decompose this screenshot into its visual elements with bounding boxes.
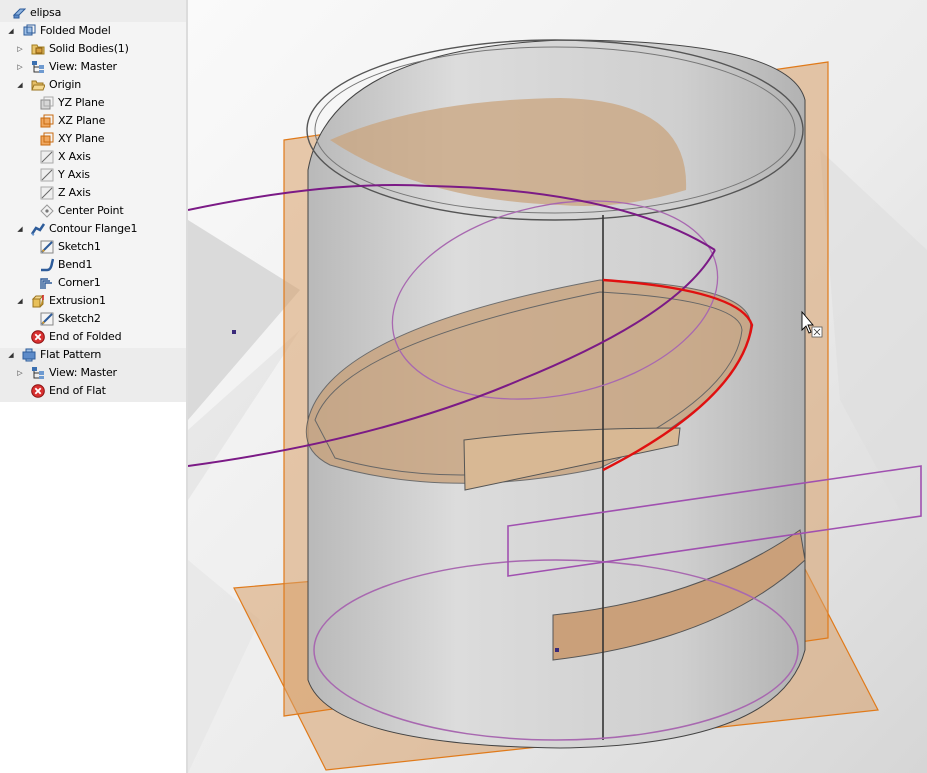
collapse-arrow-icon[interactable]: ◢ [15, 76, 25, 94]
browser-root-item[interactable]: elipsa [0, 4, 186, 22]
xy-plane-label: XY Plane [58, 132, 105, 145]
folded-model-label: Folded Model [40, 24, 111, 37]
sketch-icon [40, 240, 54, 254]
end-of-part-icon [31, 384, 45, 398]
browser-item-x-axis[interactable]: X Axis [0, 148, 186, 166]
browser-item-end-of-flat[interactable]: End of Flat [0, 382, 186, 400]
contour-flange-icon [31, 223, 45, 236]
collapse-arrow-icon[interactable]: ◢ [15, 220, 25, 238]
browser-item-flat-pattern[interactable]: ◢ Flat Pattern [0, 346, 186, 364]
sketch-point[interactable] [232, 330, 236, 334]
yz-plane-label: YZ Plane [58, 96, 105, 109]
expand-arrow-icon[interactable]: ▷ [15, 40, 25, 58]
browser-item-view-master[interactable]: ▷ View: Master [0, 58, 186, 76]
collapse-arrow-icon[interactable]: ◢ [6, 346, 16, 364]
work-point-icon [40, 204, 54, 218]
work-plane-icon [40, 114, 54, 128]
corner1-label: Corner1 [58, 276, 101, 289]
browser-item-folded-model[interactable]: ◢ Folded Model [0, 22, 186, 40]
y-axis-label: Y Axis [58, 168, 90, 181]
browser-item-xz-plane[interactable]: XZ Plane [0, 112, 186, 130]
corner-icon [40, 278, 52, 289]
view-rep-icon [32, 61, 44, 73]
browser-item-corner1[interactable]: Corner1 [0, 274, 186, 292]
browser-item-sketch2[interactable]: Sketch2 [0, 310, 186, 328]
browser-item-center-point[interactable]: Center Point [0, 202, 186, 220]
end-of-part-icon [31, 330, 45, 344]
expand-arrow-icon[interactable]: ▷ [15, 58, 25, 76]
expand-arrow-icon[interactable]: ▷ [15, 364, 25, 382]
browser-item-yz-plane[interactable]: YZ Plane [0, 94, 186, 112]
browser-item-view-master-flat[interactable]: ▷ View: Master [0, 364, 186, 382]
x-axis-label: X Axis [58, 150, 91, 163]
view-master-label: View: Master [49, 60, 117, 73]
extrusion-icon [31, 295, 45, 308]
browser-item-contour-flange[interactable]: ◢ Contour Flange1 [0, 220, 186, 238]
center-point-label: Center Point [58, 204, 124, 217]
part-icon [12, 8, 26, 19]
view-rep-icon [32, 367, 44, 379]
collapse-arrow-icon[interactable]: ◢ [6, 22, 16, 40]
browser-item-xy-plane[interactable]: XY Plane [0, 130, 186, 148]
sketch2-label: Sketch2 [58, 312, 101, 325]
graphics-viewport[interactable] [188, 0, 927, 773]
folder-icon [31, 80, 45, 91]
browser-item-bend1[interactable]: Bend1 [0, 256, 186, 274]
sketch1-label: Sketch1 [58, 240, 101, 253]
browser-item-sketch1[interactable]: Sketch1 [0, 238, 186, 256]
work-axis-icon [40, 168, 54, 182]
folded-model-icon [23, 24, 36, 36]
browser-item-origin[interactable]: ◢ Origin [0, 76, 186, 94]
view-master-flat-label: View: Master [49, 366, 117, 379]
xz-plane-label: XZ Plane [58, 114, 106, 127]
browser-item-y-axis[interactable]: Y Axis [0, 166, 186, 184]
browser-item-solid-bodies[interactable]: ▷ Solid Bodies(1) [0, 40, 186, 58]
model-browser: elipsa ◢ Folded Model ▷ Solid Bodies(1) … [0, 0, 188, 773]
browser-item-extrusion1[interactable]: ◢ Extrusion1 [0, 292, 186, 310]
flat-pattern-label: Flat Pattern [40, 348, 102, 361]
model-canvas[interactable] [188, 0, 927, 773]
bend1-label: Bend1 [58, 258, 93, 271]
origin-label: Origin [49, 78, 82, 91]
collapse-arrow-icon[interactable]: ◢ [15, 292, 25, 310]
flat-pattern-icon [22, 348, 36, 362]
contour-flange-label: Contour Flange1 [49, 222, 138, 235]
sketch-point[interactable] [555, 648, 559, 652]
browser-item-z-axis[interactable]: Z Axis [0, 184, 186, 202]
extrusion1-label: Extrusion1 [49, 294, 106, 307]
solid-bodies-label: Solid Bodies(1) [49, 42, 129, 55]
z-axis-label: Z Axis [58, 186, 91, 199]
work-axis-icon [40, 150, 54, 164]
solid-bodies-icon [31, 44, 45, 55]
end-of-flat-label: End of Flat [49, 384, 106, 397]
work-plane-icon [40, 96, 54, 110]
sketch-icon [40, 312, 54, 326]
part-name: elipsa [30, 6, 62, 19]
bend-icon [41, 258, 54, 272]
end-of-folded-label: End of Folded [49, 330, 122, 343]
browser-item-end-of-folded[interactable]: End of Folded [0, 328, 186, 346]
work-plane-icon [40, 132, 54, 146]
work-axis-icon [40, 186, 54, 200]
